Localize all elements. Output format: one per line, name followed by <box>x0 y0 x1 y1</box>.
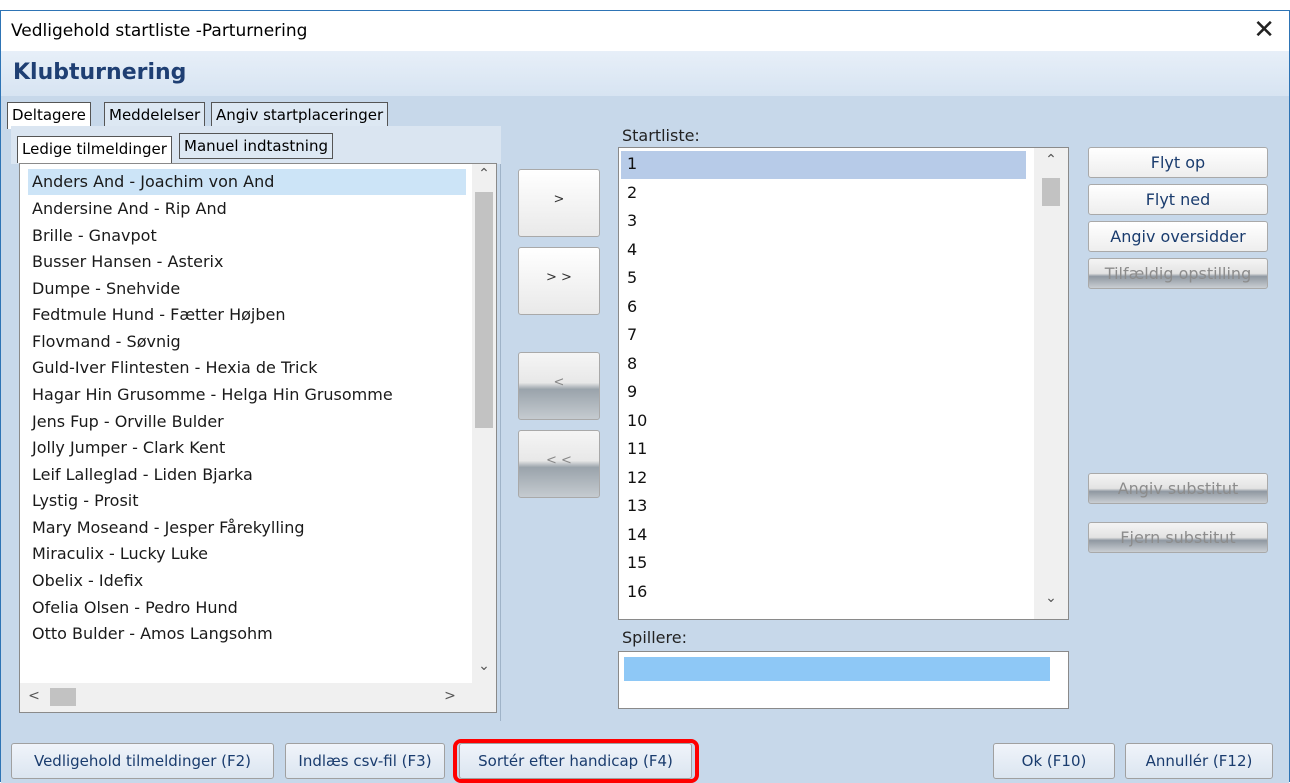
startlist-position[interactable]: 12 <box>621 465 1026 493</box>
entries-horizontal-thumb[interactable] <box>50 688 76 706</box>
set-bye-button[interactable]: Angiv oversidder <box>1088 221 1268 252</box>
cancel-button[interactable]: Annullér (F12) <box>1125 743 1273 779</box>
title-bar: Vedligehold startliste -Parturnering ✕ <box>1 11 1289 51</box>
dialog-window: Vedligehold startliste -Parturnering ✕ K… <box>0 10 1290 783</box>
move-up-button[interactable]: Flyt op <box>1088 147 1268 178</box>
list-item[interactable]: Obelix - Idefix <box>28 568 466 594</box>
entries-horizontal-scrollbar[interactable]: < > <box>20 683 496 712</box>
list-item[interactable]: Andersine And - Rip And <box>28 196 466 222</box>
list-item[interactable]: Hagar Hin Grusomme - Helga Hin Grusomme <box>28 382 466 408</box>
startlist-position[interactable]: 13 <box>621 493 1026 521</box>
bottom-toolbar: Vedligehold tilmeldinger (F2) Indlæs csv… <box>1 739 1289 783</box>
tab-ledige-tilmeldinger[interactable]: Ledige tilmeldinger <box>17 136 172 163</box>
startlist-position[interactable]: 10 <box>621 408 1026 436</box>
startlist-position[interactable]: 14 <box>621 522 1026 550</box>
startlist-position[interactable]: 9 <box>621 379 1026 407</box>
available-entries-list[interactable]: Anders And - Joachim von And Andersine A… <box>19 163 497 713</box>
dialog-panel: Klubturnering Deltagere Meddelelser Angi… <box>1 51 1289 783</box>
random-order-button[interactable]: Tilfældig opstilling <box>1088 258 1268 289</box>
scroll-left-icon[interactable]: < <box>24 688 44 704</box>
list-item[interactable]: Otto Bulder - Amos Langsohm <box>28 621 466 647</box>
window-title: Vedligehold startliste -Parturnering <box>11 21 308 41</box>
entries-vertical-thumb[interactable] <box>475 192 493 428</box>
close-icon[interactable]: ✕ <box>1253 15 1275 45</box>
remove-all-button[interactable]: < < <box>518 430 600 498</box>
list-item[interactable]: Busser Hansen - Asterix <box>28 249 466 275</box>
tab-angiv-startplaceringer[interactable]: Angiv startplaceringer <box>211 102 389 128</box>
scroll-up-icon[interactable]: ⌃ <box>1041 152 1061 168</box>
players-label: Spillere: <box>622 628 687 647</box>
startlist-position[interactable]: 3 <box>621 208 1026 236</box>
set-substitute-button[interactable]: Angiv substitut <box>1088 473 1268 504</box>
startlist-position[interactable]: 11 <box>621 436 1026 464</box>
startlist-position[interactable]: 6 <box>621 294 1026 322</box>
startlist-vertical-thumb[interactable] <box>1042 178 1060 206</box>
startlist-position[interactable]: 8 <box>621 351 1026 379</box>
import-csv-button[interactable]: Indlæs csv-fil (F3) <box>285 743 445 779</box>
list-item[interactable]: Flovmand - Søvnig <box>28 329 466 355</box>
tournament-header: Klubturnering <box>1 51 1289 96</box>
scroll-down-icon[interactable]: ⌄ <box>474 658 494 674</box>
startlist-position[interactable]: 15 <box>621 550 1026 578</box>
startlist-position[interactable]: 5 <box>621 265 1026 293</box>
scroll-right-icon[interactable]: > <box>440 688 460 704</box>
entries-vertical-scrollbar[interactable]: ⌃ ⌄ <box>472 164 496 683</box>
sort-by-handicap-button[interactable]: Sortér efter handicap (F4) <box>459 743 692 779</box>
add-selected-button[interactable]: > <box>518 169 600 237</box>
remove-substitute-button[interactable]: Fjern substitut <box>1088 522 1268 553</box>
startlist-position[interactable]: 4 <box>621 237 1026 265</box>
startlist-position[interactable]: 1 <box>621 151 1026 179</box>
list-item[interactable]: Mary Moseand - Jesper Fårekylling <box>28 515 466 541</box>
list-item[interactable]: Lystig - Prosit <box>28 488 466 514</box>
list-item[interactable]: Jens Fup - Orville Bulder <box>28 409 466 435</box>
add-all-button[interactable]: > > <box>518 247 600 315</box>
list-item[interactable]: Leif Lalleglad - Liden Bjarka <box>28 462 466 488</box>
players-box[interactable] <box>618 651 1069 709</box>
startlist-label: Startliste: <box>622 126 700 145</box>
list-item[interactable]: Ofelia Olsen - Pedro Hund <box>28 595 466 621</box>
tab-content: Ledige tilmeldinger Manuel indtastning A… <box>11 126 1286 721</box>
startlist-position[interactable]: 7 <box>621 322 1026 350</box>
list-item[interactable]: Jolly Jumper - Clark Kent <box>28 435 466 461</box>
tab-manuel-indtastning[interactable]: Manuel indtastning <box>179 133 333 159</box>
list-item[interactable]: Miraculix - Lucky Luke <box>28 541 466 567</box>
list-item[interactable]: Guld-Iver Flintesten - Hexia de Trick <box>28 355 466 381</box>
list-item[interactable]: Anders And - Joachim von And <box>28 169 466 195</box>
list-item[interactable]: Brille - Gnavpot <box>28 223 466 249</box>
startlist-position[interactable]: 2 <box>621 180 1026 208</box>
scroll-up-icon[interactable]: ⌃ <box>474 166 494 182</box>
entries-panel: Ledige tilmeldinger Manuel indtastning A… <box>11 126 501 721</box>
maintain-entries-button[interactable]: Vedligehold tilmeldinger (F2) <box>11 743 274 779</box>
tab-meddelelser[interactable]: Meddelelser <box>104 102 206 128</box>
list-item[interactable]: Dumpe - Snehvide <box>28 276 466 302</box>
startlist-position[interactable]: 16 <box>621 579 1026 607</box>
tournament-name: Klubturnering <box>13 60 187 85</box>
list-item[interactable]: Fedtmule Hund - Fætter Højben <box>28 302 466 328</box>
tab-deltagere[interactable]: Deltagere <box>7 102 91 129</box>
remove-selected-button[interactable]: < <box>518 352 600 420</box>
startlist-vertical-scrollbar[interactable]: ⌃ ⌄ <box>1034 148 1068 619</box>
ok-button[interactable]: Ok (F10) <box>993 743 1115 779</box>
move-down-button[interactable]: Flyt ned <box>1088 184 1268 215</box>
scroll-down-icon[interactable]: ⌄ <box>1041 590 1061 606</box>
players-selection[interactable] <box>624 657 1050 681</box>
startlist-list[interactable]: 1 2 3 4 5 6 7 8 9 10 11 12 13 14 15 16 ⌃ <box>618 147 1069 620</box>
